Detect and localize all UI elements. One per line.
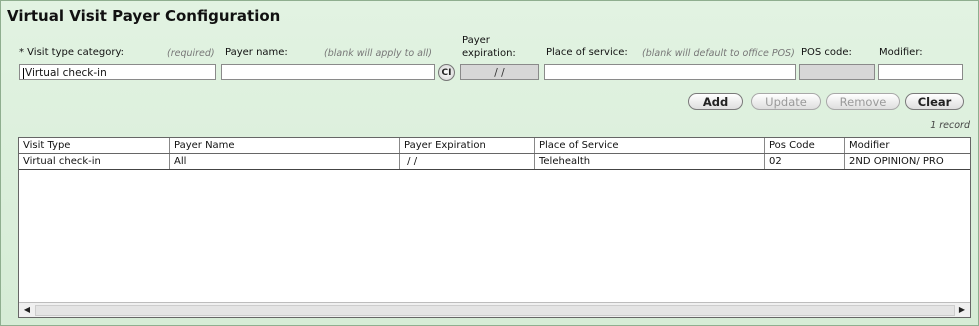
cell-payer-name: All <box>170 154 400 169</box>
payer-expiration-field: / / <box>460 64 539 80</box>
payer-name-hint: (blank will apply to all) <box>324 48 432 59</box>
column-header-visit-type[interactable]: Visit Type <box>19 138 170 153</box>
pos-code-field <box>799 64 875 80</box>
payer-expiration-label-line1: Payer <box>462 35 490 46</box>
column-header-place-of-service[interactable]: Place of Service <box>535 138 765 153</box>
place-of-service-label: Place of service: <box>546 47 628 58</box>
payer-expiration-label-line2: expiration: <box>462 48 516 59</box>
table-header: Visit Type Payer Name Payer Expiration P… <box>19 138 970 154</box>
payer-config-table: Visit Type Payer Name Payer Expiration P… <box>18 137 971 318</box>
scroll-left-arrow-icon[interactable]: ◀ <box>20 304 34 316</box>
visit-type-label: * Visit type category: <box>19 47 125 58</box>
payer-name-label: Payer name: <box>225 47 288 58</box>
page-title: Virtual Visit Payer Configuration <box>7 7 281 25</box>
record-count: 1 record <box>930 120 970 131</box>
cell-pos-code: 02 <box>765 154 845 169</box>
virtual-visit-payer-config-panel: Virtual Visit Payer Configuration * Visi… <box>0 0 979 326</box>
update-button[interactable]: Update <box>751 93 821 110</box>
cell-modifier: 2ND OPINION/ PRO <box>849 156 944 167</box>
cell-place-of-service: Telehealth <box>535 154 765 169</box>
column-header-payer-name[interactable]: Payer Name <box>170 138 400 153</box>
add-button[interactable]: Add <box>688 93 743 110</box>
place-of-service-input[interactable] <box>544 64 796 80</box>
column-header-payer-expiration[interactable]: Payer Expiration <box>400 138 535 153</box>
pos-code-label: POS code: <box>801 47 852 58</box>
table-row[interactable]: Virtual check-in All / / Telehealth 02 2… <box>19 154 970 170</box>
text-caret <box>23 67 24 79</box>
horizontal-scrollbar[interactable]: ◀ ▶ <box>19 302 970 317</box>
place-of-service-hint: (blank will default to office POS) <box>642 48 795 59</box>
column-header-modifier[interactable]: Modifier <box>845 138 970 153</box>
cell-payer-expiration: / / <box>400 154 535 169</box>
visit-type-value: Virtual check-in <box>25 67 107 79</box>
clear-button[interactable]: Clear <box>905 93 964 110</box>
payer-name-input[interactable] <box>221 64 435 80</box>
visit-type-input[interactable]: Virtual check-in <box>19 64 216 80</box>
visit-type-hint: (required) <box>167 48 215 59</box>
scrollbar-thumb[interactable] <box>35 305 955 316</box>
remove-button[interactable]: Remove <box>826 93 900 110</box>
modifier-input[interactable] <box>878 64 963 80</box>
scroll-right-arrow-icon[interactable]: ▶ <box>955 304 969 316</box>
modifier-label: Modifier: <box>879 47 923 58</box>
column-header-pos-code[interactable]: Pos Code <box>765 138 845 153</box>
ci-lookup-button[interactable]: CI <box>438 64 455 81</box>
cell-visit-type: Virtual check-in <box>19 154 170 169</box>
